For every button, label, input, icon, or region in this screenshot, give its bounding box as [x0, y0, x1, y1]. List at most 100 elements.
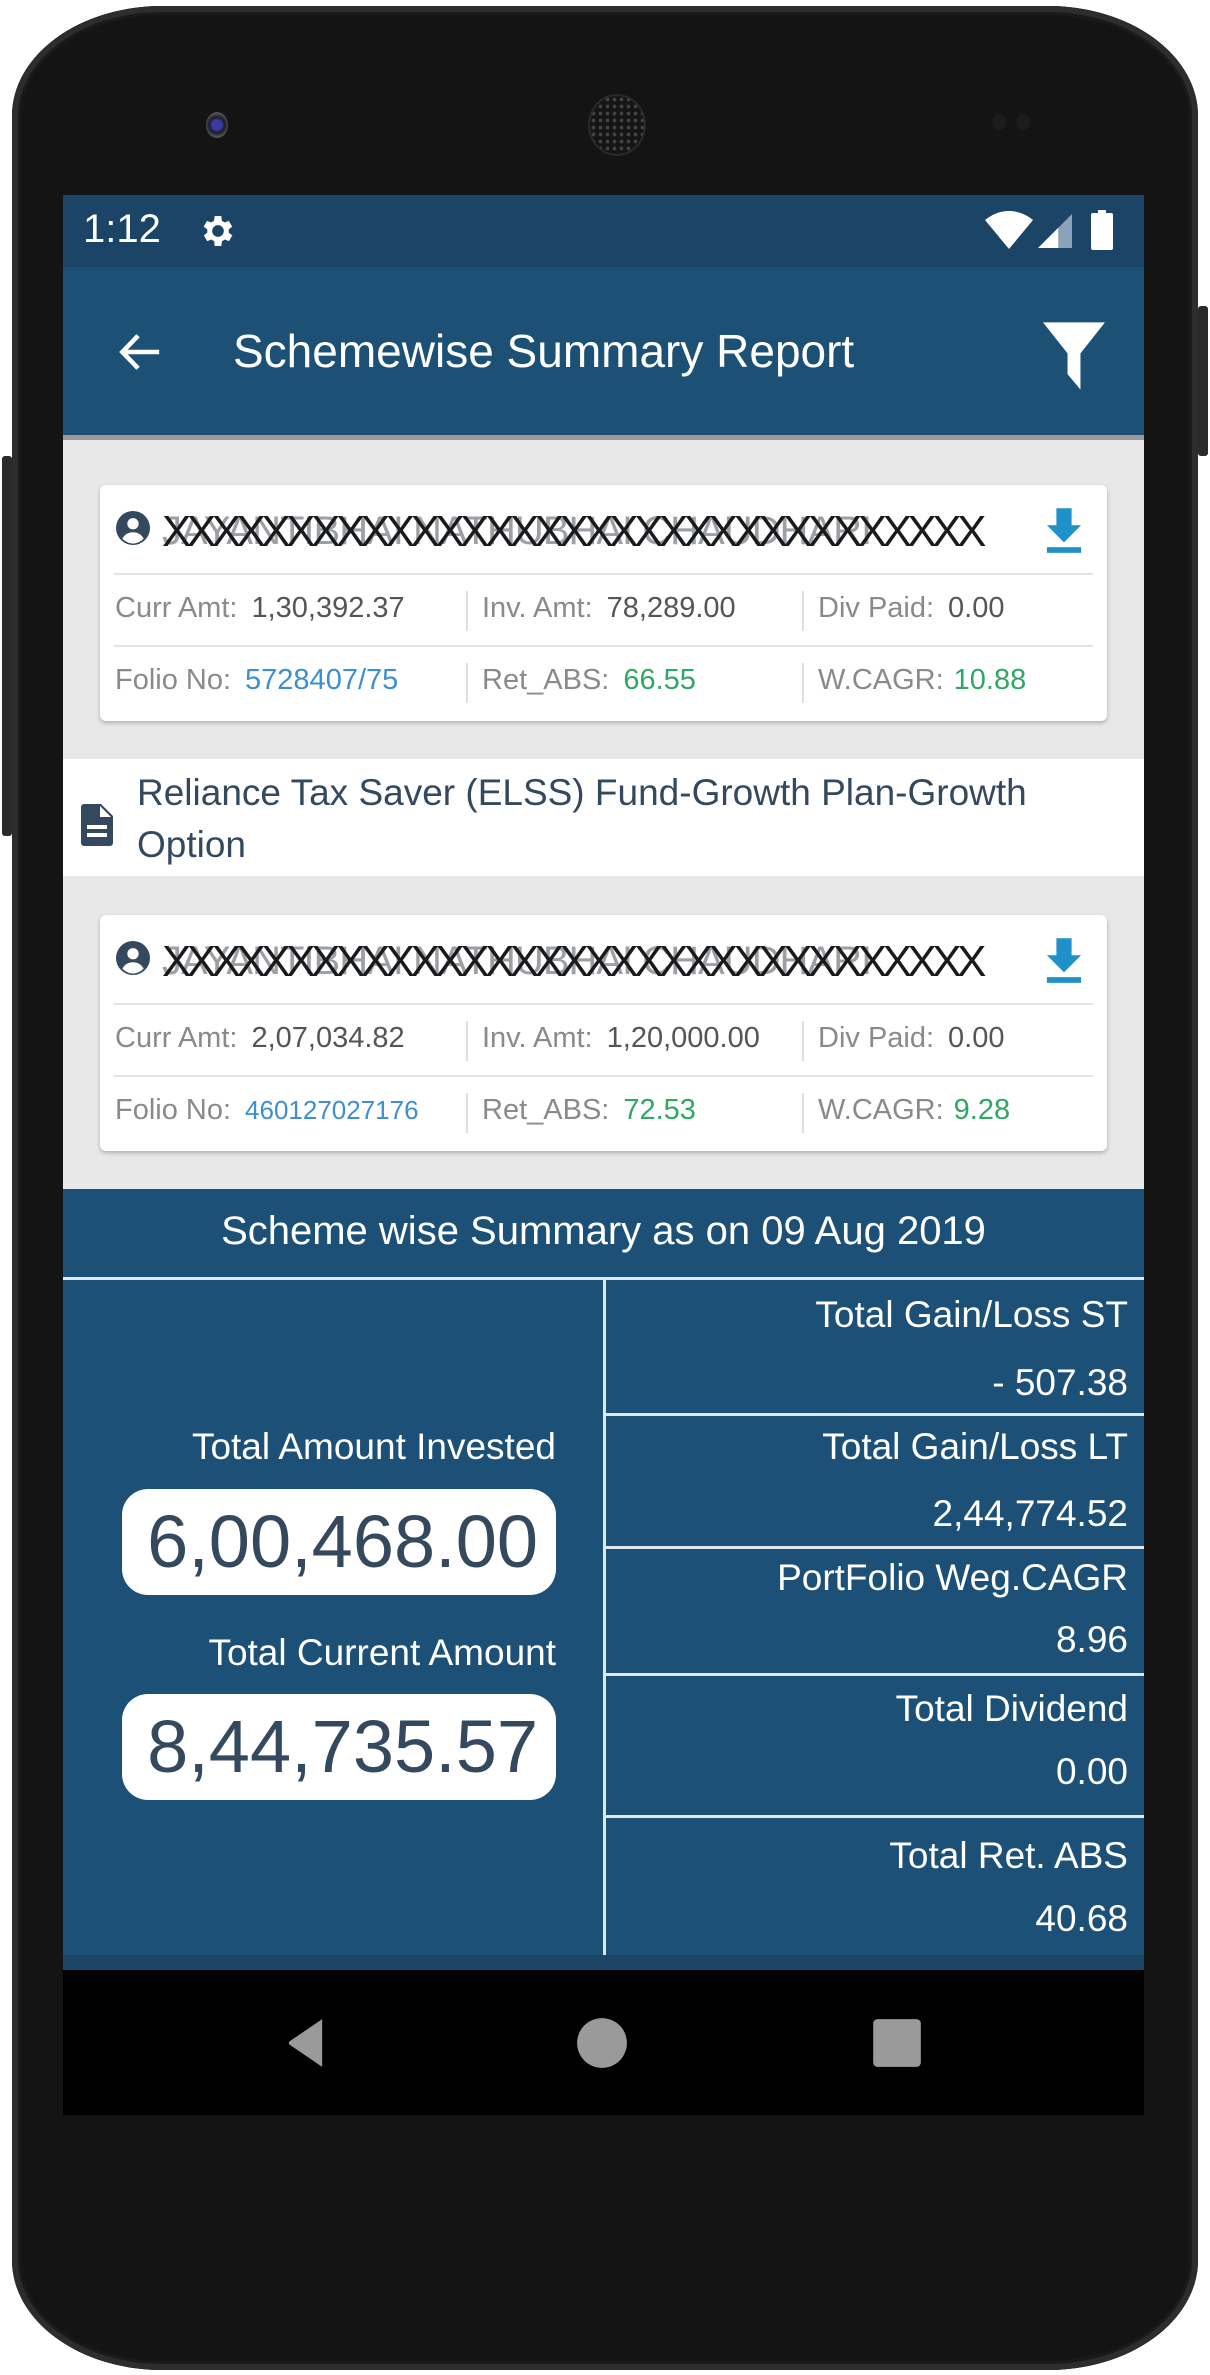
div-paid-field: Div Paid: 0.00 — [818, 592, 1005, 625]
wcagr-value: 10.88 — [953, 664, 1027, 696]
ret-abs-field: Ret_ABS: 66.55 — [482, 664, 696, 697]
wcagr-field: W.CAGR: 10.88 — [818, 664, 1026, 697]
system-nav-bar — [63, 1970, 1144, 2115]
stat-value: - 507.38 — [992, 1362, 1128, 1403]
gear-icon — [203, 216, 233, 246]
ret-abs-value: 66.55 — [623, 664, 696, 696]
back-icon[interactable] — [281, 2017, 333, 2069]
ret-abs-field: Ret_ABS: 72.53 — [482, 1094, 696, 1127]
inv-amt-field: Inv. Amt: 1,20,000.00 — [482, 1022, 760, 1055]
folio-card[interactable]: JAYANTIBHAI NATHUBHAI CHAUDHARI XXXXXXXX… — [100, 915, 1107, 1151]
stat-label: Total Gain/Loss LT — [822, 1426, 1128, 1467]
document-icon — [81, 804, 113, 846]
account-circle-icon — [116, 941, 150, 975]
power-button — [1198, 306, 1208, 456]
column-divider — [802, 591, 804, 631]
total-invested-value: 6,00,468.00 — [122, 1489, 556, 1595]
div-paid-value: 0.00 — [948, 592, 1005, 624]
folio-no-link[interactable]: 460127027176 — [245, 1095, 419, 1125]
app-bar: Schemewise Summary Report — [63, 267, 1144, 435]
summary-totals: Total Amount Invested 6,00,468.00 Total … — [63, 1280, 603, 1950]
investor-name-masked: XXXXXXXXXXXXXXXXXXXXXXXXXXXXXXXXX — [162, 507, 986, 556]
app-bar-divider — [63, 435, 1144, 440]
curr-amt-value: 1,30,392.37 — [251, 592, 405, 624]
curr-amt-field: Curr Amt: 2,07,034.82 — [115, 1022, 405, 1055]
account-circle-icon — [116, 511, 150, 545]
wifi-icon — [985, 211, 1033, 249]
column-divider — [802, 1093, 804, 1133]
inv-amt-label: Inv. Amt: — [482, 592, 593, 624]
column-divider — [466, 591, 468, 631]
stat-value: 40.68 — [1035, 1898, 1128, 1939]
div-paid-field: Div Paid: 0.00 — [818, 1022, 1005, 1055]
inv-amt-value: 78,289.00 — [606, 592, 736, 624]
stat-gain-loss-lt: Total Gain/Loss LT 2,44,774.52 — [606, 1416, 1144, 1546]
wcagr-field: W.CAGR: 9.28 — [818, 1094, 1010, 1127]
inv-amt-field: Inv. Amt: 78,289.00 — [482, 592, 736, 625]
recents-icon[interactable] — [871, 2017, 923, 2069]
column-divider — [802, 663, 804, 703]
stat-label: Total Gain/Loss ST — [815, 1294, 1128, 1335]
status-time: 1:12 — [83, 207, 161, 251]
summary-panel: Scheme wise Summary as on 09 Aug 2019 To… — [63, 1189, 1144, 1969]
div-paid-value: 0.00 — [948, 1022, 1005, 1054]
div-paid-label: Div Paid: — [818, 1022, 935, 1054]
stat-total-ret-abs: Total Ret. ABS 40.68 — [606, 1818, 1144, 1953]
inv-amt-value: 1,20,000.00 — [606, 1022, 760, 1054]
download-icon[interactable] — [1045, 938, 1083, 984]
div-paid-label: Div Paid: — [818, 592, 935, 624]
stat-value: 8.96 — [1055, 1619, 1128, 1660]
stat-value: 2,44,774.52 — [932, 1493, 1128, 1534]
page-title: Schemewise Summary Report — [233, 325, 855, 377]
curr-amt-label: Curr Amt: — [115, 592, 238, 624]
light-sensor — [1016, 114, 1030, 130]
proximity-sensor — [992, 114, 1006, 130]
curr-amt-field: Curr Amt: 1,30,392.37 — [115, 592, 405, 625]
total-current-label: Total Current Amount — [208, 1632, 556, 1673]
total-invested-label: Total Amount Invested — [191, 1426, 556, 1467]
stat-gain-loss-st: Total Gain/Loss ST - 507.38 — [606, 1280, 1144, 1413]
wcagr-label: W.CAGR: — [818, 664, 944, 696]
curr-amt-value: 2,07,034.82 — [251, 1022, 405, 1054]
folio-no-field: Folio No: 460127027176 — [115, 1094, 419, 1127]
inv-amt-label: Inv. Amt: — [482, 1022, 593, 1054]
status-bar: 1:12 — [63, 195, 1144, 267]
filter-icon[interactable] — [1043, 322, 1105, 390]
folio-no-link[interactable]: 5728407/75 — [245, 664, 398, 696]
investor-name: JAYANTIBHAI NATHUBHAI CHAUDHARI XXXXXXXX… — [162, 937, 986, 986]
investor-name-masked: XXXXXXXXXXXXXXXXXXXXXXXXXXXXXXXXX — [162, 937, 986, 986]
column-divider — [466, 663, 468, 703]
folio-no-label: Folio No: — [115, 664, 232, 696]
download-icon[interactable] — [1045, 508, 1083, 554]
investor-name: JAYANTIBHAI NATHUBHAI CHAUDHARI XXXXXXXX… — [162, 507, 986, 556]
column-divider — [466, 1093, 468, 1133]
column-divider — [802, 1021, 804, 1061]
curr-amt-label: Curr Amt: — [115, 1022, 238, 1054]
summary-footer-shade — [63, 1955, 1144, 1970]
card-divider — [114, 573, 1093, 575]
folio-card[interactable]: JAYANTIBHAI NATHUBHAI CHAUDHARI XXXXXXXX… — [100, 485, 1107, 721]
stat-portfolio-cagr: PortFolio Weg.CAGR 8.96 — [606, 1549, 1144, 1673]
stat-total-dividend: Total Dividend 0.00 — [606, 1676, 1144, 1815]
earpiece-speaker — [590, 96, 644, 154]
ret-abs-label: Ret_ABS: — [482, 1094, 610, 1126]
wcagr-label: W.CAGR: — [818, 1094, 944, 1126]
battery-icon — [1091, 210, 1113, 250]
summary-heading: Scheme wise Summary as on 09 Aug 2019 — [221, 1209, 986, 1253]
front-camera — [206, 112, 228, 138]
ret-abs-value: 72.53 — [623, 1094, 696, 1126]
screen: 1:12 Schemewise Summary Report JAYANTIBH… — [63, 195, 1144, 2115]
home-icon[interactable] — [576, 2017, 628, 2069]
card-divider — [114, 1075, 1093, 1077]
stat-label: Total Ret. ABS — [889, 1835, 1128, 1876]
stat-label: PortFolio Weg.CAGR — [777, 1557, 1128, 1598]
ret-abs-label: Ret_ABS: — [482, 664, 610, 696]
total-current-value: 8,44,735.57 — [122, 1694, 556, 1800]
wcagr-value: 9.28 — [953, 1094, 1011, 1126]
scheme-name: Reliance Tax Saver (ELSS) Fund-Growth Pl… — [137, 772, 1027, 865]
scheme-header[interactable]: Reliance Tax Saver (ELSS) Fund-Growth Pl… — [63, 759, 1144, 876]
signal-icon — [1038, 214, 1072, 248]
stat-label: Total Dividend — [895, 1688, 1128, 1729]
arrow-left-icon[interactable] — [115, 329, 165, 375]
stat-value: 0.00 — [1055, 1751, 1128, 1792]
